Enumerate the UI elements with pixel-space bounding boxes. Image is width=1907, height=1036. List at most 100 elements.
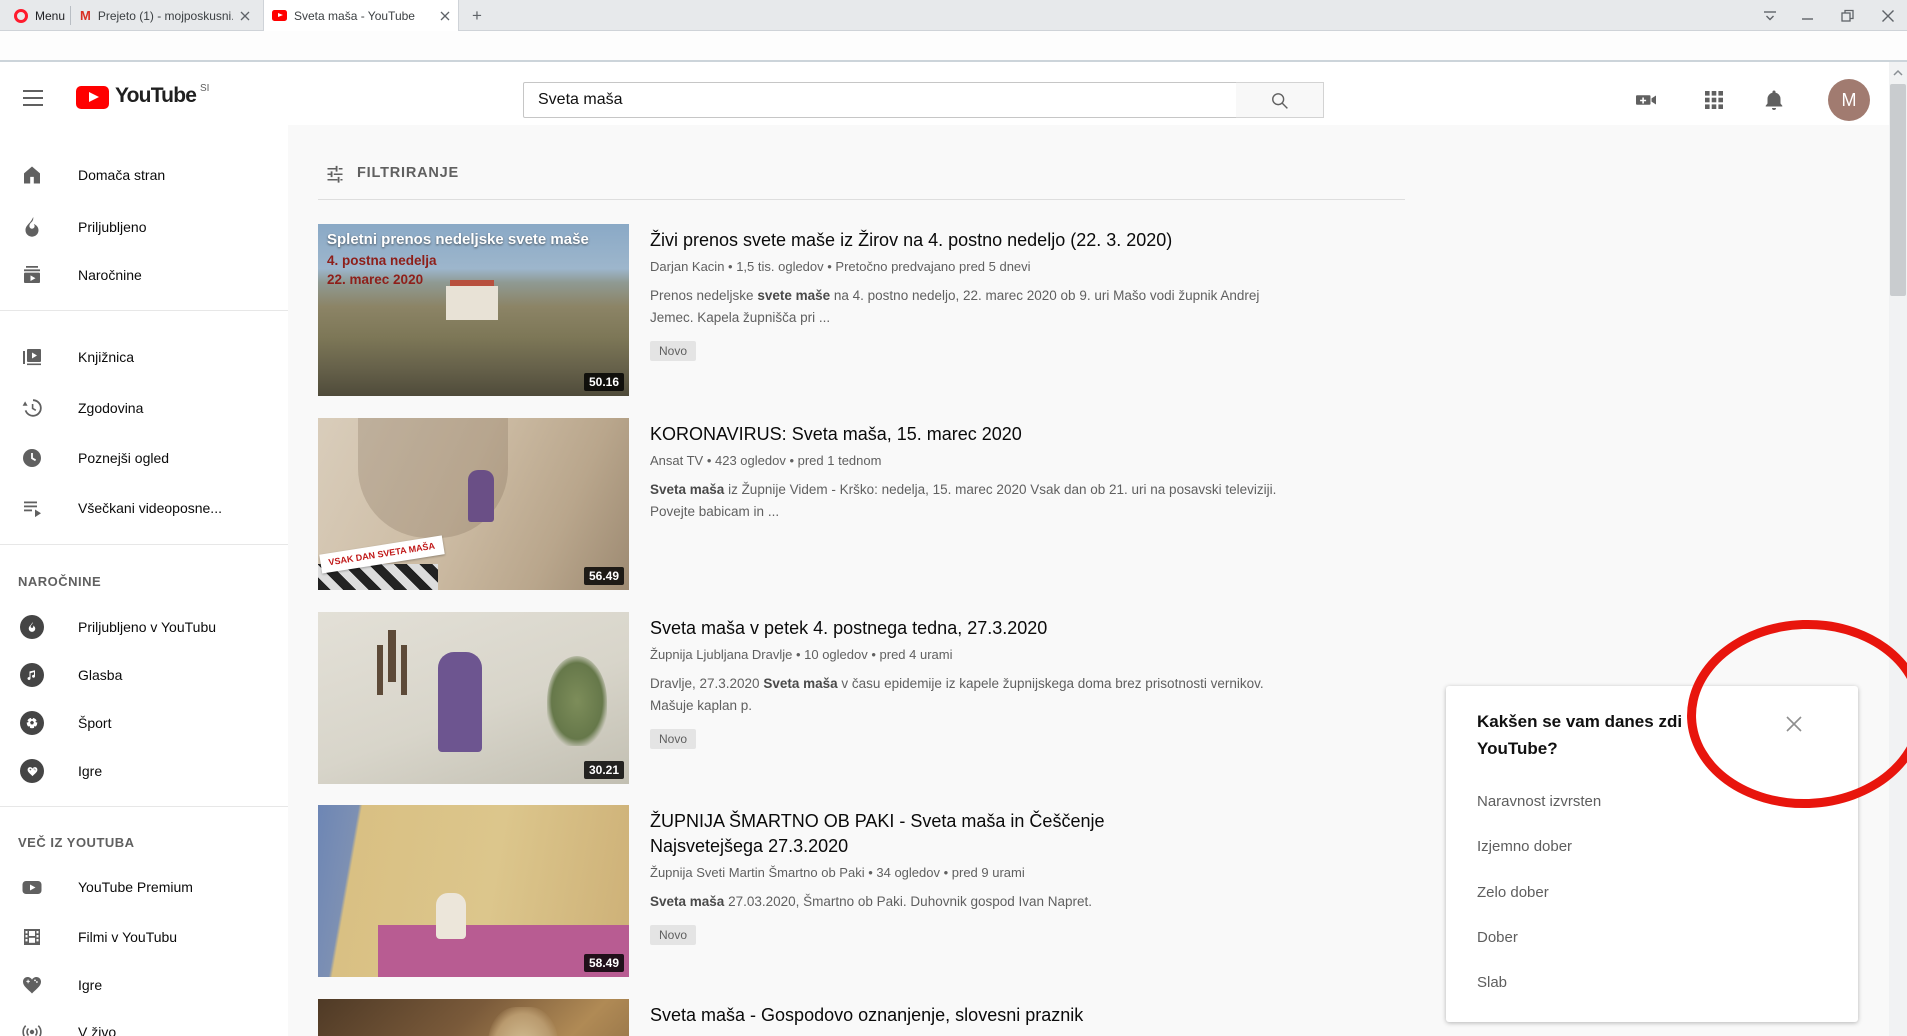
survey-option[interactable]: Slab [1477,974,1507,991]
sidebar-item-home[interactable]: Domača stran [0,151,288,199]
browser-window: Menu M Prejeto (1) - mojposkusni.e Sveta… [0,0,1907,1036]
video-meta[interactable]: Župnija Ljubljana Dravlje • 10 ogledov •… [650,647,1420,662]
history-icon [20,396,44,420]
video-thumbnail[interactable]: 58.49 [318,805,629,977]
page-scrollbar[interactable] [1889,62,1907,1036]
sidebar-item-channel-popular[interactable]: Priljubljeno v YouTubu [0,603,288,651]
country-code: SI [200,83,209,94]
new-badge: Novo [650,341,696,361]
sidebar-label: Šport [78,715,111,731]
tab-separator [70,6,71,25]
video-title[interactable]: Živi prenos svete maše iz Žirov na 4. po… [650,228,1420,253]
channel-avatar-music-icon [20,663,44,687]
account-avatar[interactable]: M [1828,79,1870,121]
sidebar-item-history[interactable]: Zgodovina [0,384,288,432]
tab-youtube-active[interactable]: Sveta maša - YouTube [263,0,459,31]
sidebar-label: V živo [78,1024,116,1036]
new-tab-button[interactable]: + [466,5,488,27]
sidebar-item-live[interactable]: V živo [0,1008,288,1036]
watch-later-icon [20,446,44,470]
sidebar-label: Naročnine [78,267,142,283]
browser-tab-bar: Menu M Prejeto (1) - mojposkusni.e Sveta… [0,0,1907,31]
survey-option[interactable]: Dober [1477,929,1518,946]
video-title[interactable]: ŽUPNIJA ŠMARTNO OB PAKI - Sveta maša in … [650,809,1420,859]
survey-option[interactable]: Zelo dober [1477,884,1549,901]
duration-badge: 58.49 [584,954,624,972]
thumbnail-overlay-text: Spletni prenos nedeljske svete maše [327,231,589,248]
sidebar-label: Priljubljeno v YouTubu [78,619,216,635]
notifications-bell-icon[interactable] [1762,88,1786,112]
sidebar-label: Knjižnica [78,349,134,365]
sidebar-label: Priljubljeno [78,219,146,235]
sidebar-item-subscriptions[interactable]: Naročnine [0,251,288,299]
sidebar-item-movies[interactable]: Filmi v YouTubu [0,913,288,961]
apps-grid-icon[interactable] [1702,88,1726,112]
duration-badge: 30.21 [584,761,624,779]
sidebar-divider [0,544,288,545]
film-icon [20,925,44,949]
thumbnail-art [446,286,498,320]
thumbnail-art [488,1007,558,1036]
sidebar-item-youtube-premium[interactable]: YouTube Premium [0,863,288,911]
close-window-button[interactable] [1880,8,1896,24]
survey-option[interactable]: Naravnost izvrsten [1477,793,1601,810]
filter-label: FILTRIRANJE [357,165,459,181]
youtube-logo-icon[interactable] [76,86,109,109]
sidebar-item-liked-videos[interactable]: Všečkani videoposne... [0,484,288,532]
video-meta[interactable]: Darjan Kacin • 1,5 tis. ogledov • Pretoč… [650,259,1420,274]
video-thumbnail[interactable]: VSAK DAN SVETA MAŠA 56.49 [318,418,629,590]
duration-badge: 56.49 [584,567,624,585]
video-thumbnail[interactable]: 30.21 [318,612,629,784]
opera-menu-button[interactable]: Menu [6,0,73,31]
sidebar-item-channel-sport[interactable]: Šport [0,699,288,747]
sidebar-label: Igre [78,977,102,993]
youtube-wordmark[interactable]: YouTube [115,84,196,108]
sidebar-label: Glasba [78,667,122,683]
fire-icon [20,215,44,239]
video-thumbnail[interactable]: Spletni prenos nedeljske svete maše 4. p… [318,224,629,396]
video-meta[interactable]: Župnija Sveti Martin Šmartno ob Paki • 3… [650,865,1420,880]
sidebar-item-watch-later[interactable]: Poznejši ogled [0,434,288,482]
video-meta[interactable]: Ansat TV • 423 ogledov • pred 1 tednom [650,453,1420,468]
video-result: Spletni prenos nedeljske svete maše 4. p… [318,224,1448,396]
sidebar-item-trending[interactable]: Priljubljeno [0,203,288,251]
tab-search-icon[interactable] [1762,8,1778,24]
subscriptions-header: NAROČNINE [18,574,101,589]
survey-option[interactable]: Izjemno dober [1477,838,1572,855]
search-input[interactable] [523,82,1237,118]
more-from-youtube-header: VEČ IZ YOUTUBA [18,835,135,850]
sidebar-label: Zgodovina [78,400,143,416]
thumbnail-art [436,893,466,939]
menu-label: Menu [35,9,65,23]
thumbnail-overlay-text: 4. postna nedelja [327,253,437,268]
create-video-icon[interactable] [1634,88,1658,112]
filter-button[interactable]: FILTRIRANJE [325,163,459,183]
sidebar-item-channel-gaming[interactable]: Igre [0,747,288,795]
tab-close-icon[interactable] [240,11,250,21]
video-title[interactable]: Sveta maša - Gospodovo oznanjenje, slove… [650,1003,1420,1028]
search-button[interactable] [1236,82,1324,118]
restore-button[interactable] [1840,8,1856,24]
subscriptions-icon [20,263,44,287]
new-badge: Novo [650,729,696,749]
opera-logo-icon [14,9,28,23]
sidebar-item-gaming[interactable]: Igre [0,961,288,1009]
tab-close-icon[interactable] [440,11,450,21]
video-description: Prenos nedeljske svete maše na 4. postno… [650,285,1420,329]
tab-title: Sveta maša - YouTube [294,9,433,23]
video-title[interactable]: KORONAVIRUS: Sveta maša, 15. marec 2020 [650,422,1420,447]
sidebar-item-library[interactable]: Knjižnica [0,333,288,381]
scrollbar-up-icon[interactable] [1892,66,1904,84]
video-title[interactable]: Sveta maša v petek 4. postnega tedna, 27… [650,616,1420,641]
sidebar: Domača stran Priljubljeno Naročnine Knji… [0,125,288,1036]
scrollbar-thumb[interactable] [1890,84,1906,296]
tab-gmail[interactable]: M Prejeto (1) - mojposkusni.e [72,0,258,31]
sidebar-divider [0,310,288,311]
guide-menu-icon[interactable] [23,90,43,106]
minimize-button[interactable] [1800,8,1816,24]
sidebar-item-channel-music[interactable]: Glasba [0,651,288,699]
video-thumbnail[interactable] [318,999,629,1036]
results-divider [318,199,1405,200]
live-broadcast-icon [20,1020,44,1036]
video-result: 30.21 Sveta maša v petek 4. postnega ted… [318,612,1448,784]
